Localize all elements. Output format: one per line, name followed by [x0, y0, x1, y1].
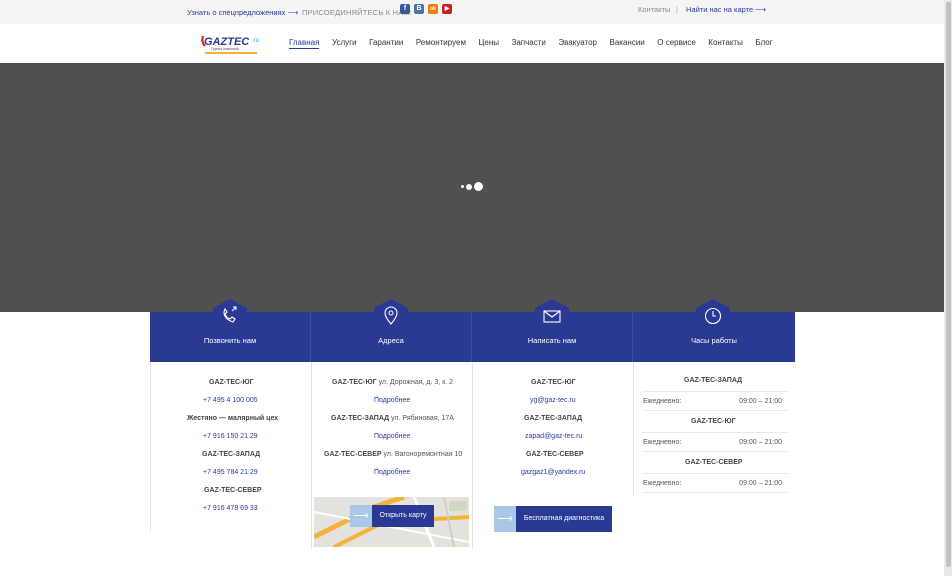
nav-prices[interactable]: Цены — [478, 38, 499, 49]
phone-link-yug[interactable]: +7 495 4 100 005 — [203, 397, 258, 404]
info-band: Позвонить нам Адреса Написать нам Часы р… — [150, 299, 795, 362]
nav-home[interactable]: Главная — [289, 38, 320, 49]
loading-indicator — [461, 182, 483, 191]
more-link-yug[interactable]: Подробнее — [374, 397, 410, 404]
hours-yug-title: GAZ-TEC-ЮГ — [691, 418, 736, 425]
email-yug-title: GAZ-TEC-ЮГ — [531, 379, 576, 386]
clock-icon — [696, 299, 730, 329]
nav-blog[interactable]: Блог — [755, 38, 772, 49]
hours-row-yug: Ежедневно: 09:00 – 21:00 — [642, 432, 788, 452]
page: Узнать о спецпредложениях ⟶ ПРИСОЕДИНЯЙТ… — [0, 0, 952, 576]
hours-row-zapad: Ежедневно: 09:00 – 21:00 — [642, 391, 788, 411]
phone-link-body-shop[interactable]: +7 916 150 21 29 — [203, 433, 258, 440]
call-us-cell[interactable]: Позвонить нам — [150, 299, 311, 362]
email-link-zapad[interactable]: zapad@gaz-tec.ru — [525, 433, 582, 440]
nav-guarantees[interactable]: Гарантии — [369, 38, 403, 49]
column-divider — [311, 362, 312, 548]
top-contacts-link[interactable]: Контакты — [638, 5, 670, 14]
call-us-label: Позвонить нам — [203, 336, 257, 345]
hours-day-label: Ежедневно: — [643, 439, 682, 446]
nav-contacts[interactable]: Контакты — [708, 38, 743, 49]
nav-about[interactable]: О сервисе — [657, 38, 696, 49]
email-zapad-title: GAZ-TEC-ЗАПАД — [524, 415, 583, 422]
address-yug: GAZ-TEC-ЮГ ул. Дорожная, д. 3, к. 2 — [332, 379, 453, 386]
open-map-arrow-icon[interactable]: ⟶ — [350, 505, 372, 527]
gaztec-logo[interactable]: GAZTEC .ru Группа компаний — [199, 32, 265, 56]
address-sever-title: GAZ-TEC-СЕВЕР — [324, 451, 382, 458]
hours-zapad-title: GAZ-TEC-ЗАПАД — [684, 377, 743, 384]
header: GAZTEC .ru Группа компаний Главная Услуг… — [0, 24, 944, 63]
address-sever: GAZ-TEC-СЕВЕР ул. Вагоноремонтная 10 — [324, 451, 462, 458]
phones-yug-title: GAZ-TEC-ЮГ — [209, 379, 254, 386]
envelope-icon — [535, 299, 569, 329]
hours-row-sever: Ежедневно: 09:00 – 21:00 — [642, 473, 788, 493]
address-zapad: GAZ-TEC-ЗАПАД ул. Рябиновая, 17А — [331, 415, 454, 422]
hours-time: 09:00 – 21:00 — [739, 439, 782, 446]
find-on-map-link[interactable]: Найти нас на карте ⟶ — [686, 5, 766, 14]
column-divider — [633, 362, 634, 496]
nav-tow-truck[interactable]: Эвакуатор — [558, 38, 597, 49]
special-offers-link[interactable]: Узнать о спецпредложениях ⟶ — [187, 8, 298, 17]
top-bar: Узнать о спецпредложениях ⟶ ПРИСОЕДИНЯЙТ… — [0, 0, 944, 24]
odnoklassniki-icon[interactable]: ok — [428, 4, 438, 14]
youtube-icon[interactable]: ▶ — [442, 4, 452, 14]
join-us-label: ПРИСОЕДИНЯЙТЕСЬ К НАМ: — [302, 8, 413, 17]
email-link-sever[interactable]: gazgaz1@yandex.ru — [521, 469, 585, 476]
working-hours-cell[interactable]: Часы работы — [633, 299, 795, 362]
hours-day-label: Ежедневно: — [643, 398, 682, 405]
open-map-button[interactable]: Открыть карту — [372, 505, 434, 527]
email-link-yug[interactable]: yg@gaz-tec.ru — [530, 397, 576, 404]
email-sever-title: GAZ-TEC-СЕВЕР — [526, 451, 584, 458]
logo-tagline: Группа компаний — [211, 47, 239, 51]
phone-link-sever[interactable]: +7 916 478 69 33 — [203, 505, 258, 512]
phones-zapad-title: GAZ-TEC-ЗАПАД — [202, 451, 261, 458]
address-zapad-title: GAZ-TEC-ЗАПАД — [331, 415, 390, 422]
phone-link-zapad[interactable]: +7 495 784 21 29 — [203, 469, 258, 476]
addresses-label: Адреса — [378, 336, 404, 345]
more-link-sever[interactable]: Подробнее — [374, 469, 410, 476]
hours-time: 09:00 – 21:00 — [739, 480, 782, 487]
addresses-cell[interactable]: Адреса — [311, 299, 472, 362]
top-separator: | — [676, 5, 678, 14]
nav-services[interactable]: Услуги — [332, 38, 357, 49]
facebook-icon[interactable]: f — [400, 4, 410, 14]
social-links: f В ok ▶ — [400, 4, 452, 14]
column-divider — [150, 362, 151, 532]
address-zapad-text: ул. Рябиновая, 17А — [389, 415, 454, 422]
address-sever-text: ул. Вагоноремонтная 10 — [381, 451, 463, 458]
write-us-label: Написать нам — [527, 336, 577, 345]
diagnostics-arrow-icon[interactable]: ⟶ — [494, 506, 516, 532]
more-link-zapad[interactable]: Подробнее — [374, 433, 410, 440]
write-us-cell[interactable]: Написать нам — [472, 299, 633, 362]
hours-sever-title: GAZ-TEC-СЕВЕР — [685, 459, 743, 466]
nav-parts[interactable]: Запчасти — [512, 38, 546, 49]
working-hours-label: Часы работы — [691, 336, 737, 345]
address-yug-text: ул. Дорожная, д. 3, к. 2 — [376, 379, 454, 386]
nav-vacancies[interactable]: Вакансии — [610, 38, 645, 49]
body-shop-title: Жестяно — малярный цех — [187, 415, 279, 422]
logo-suffix: .ru — [252, 38, 259, 44]
phones-sever-title: GAZ-TEC-СЕВЕР — [204, 487, 262, 494]
scrollbar-thumb[interactable] — [946, 2, 951, 567]
vk-icon[interactable]: В — [414, 4, 424, 14]
address-yug-title: GAZ-TEC-ЮГ — [332, 379, 377, 386]
main-nav: Главная Услуги Гарантии Ремонтируем Цены… — [289, 38, 785, 49]
phone-icon — [213, 299, 247, 329]
nav-repair[interactable]: Ремонтируем — [416, 38, 466, 49]
location-pin-icon — [374, 299, 408, 329]
free-diagnostics-button[interactable]: Бесплатная диагностика — [516, 506, 612, 532]
column-divider — [472, 362, 473, 548]
hours-day-label: Ежедневно: — [643, 480, 682, 487]
hours-time: 09:00 – 21:00 — [739, 398, 782, 405]
